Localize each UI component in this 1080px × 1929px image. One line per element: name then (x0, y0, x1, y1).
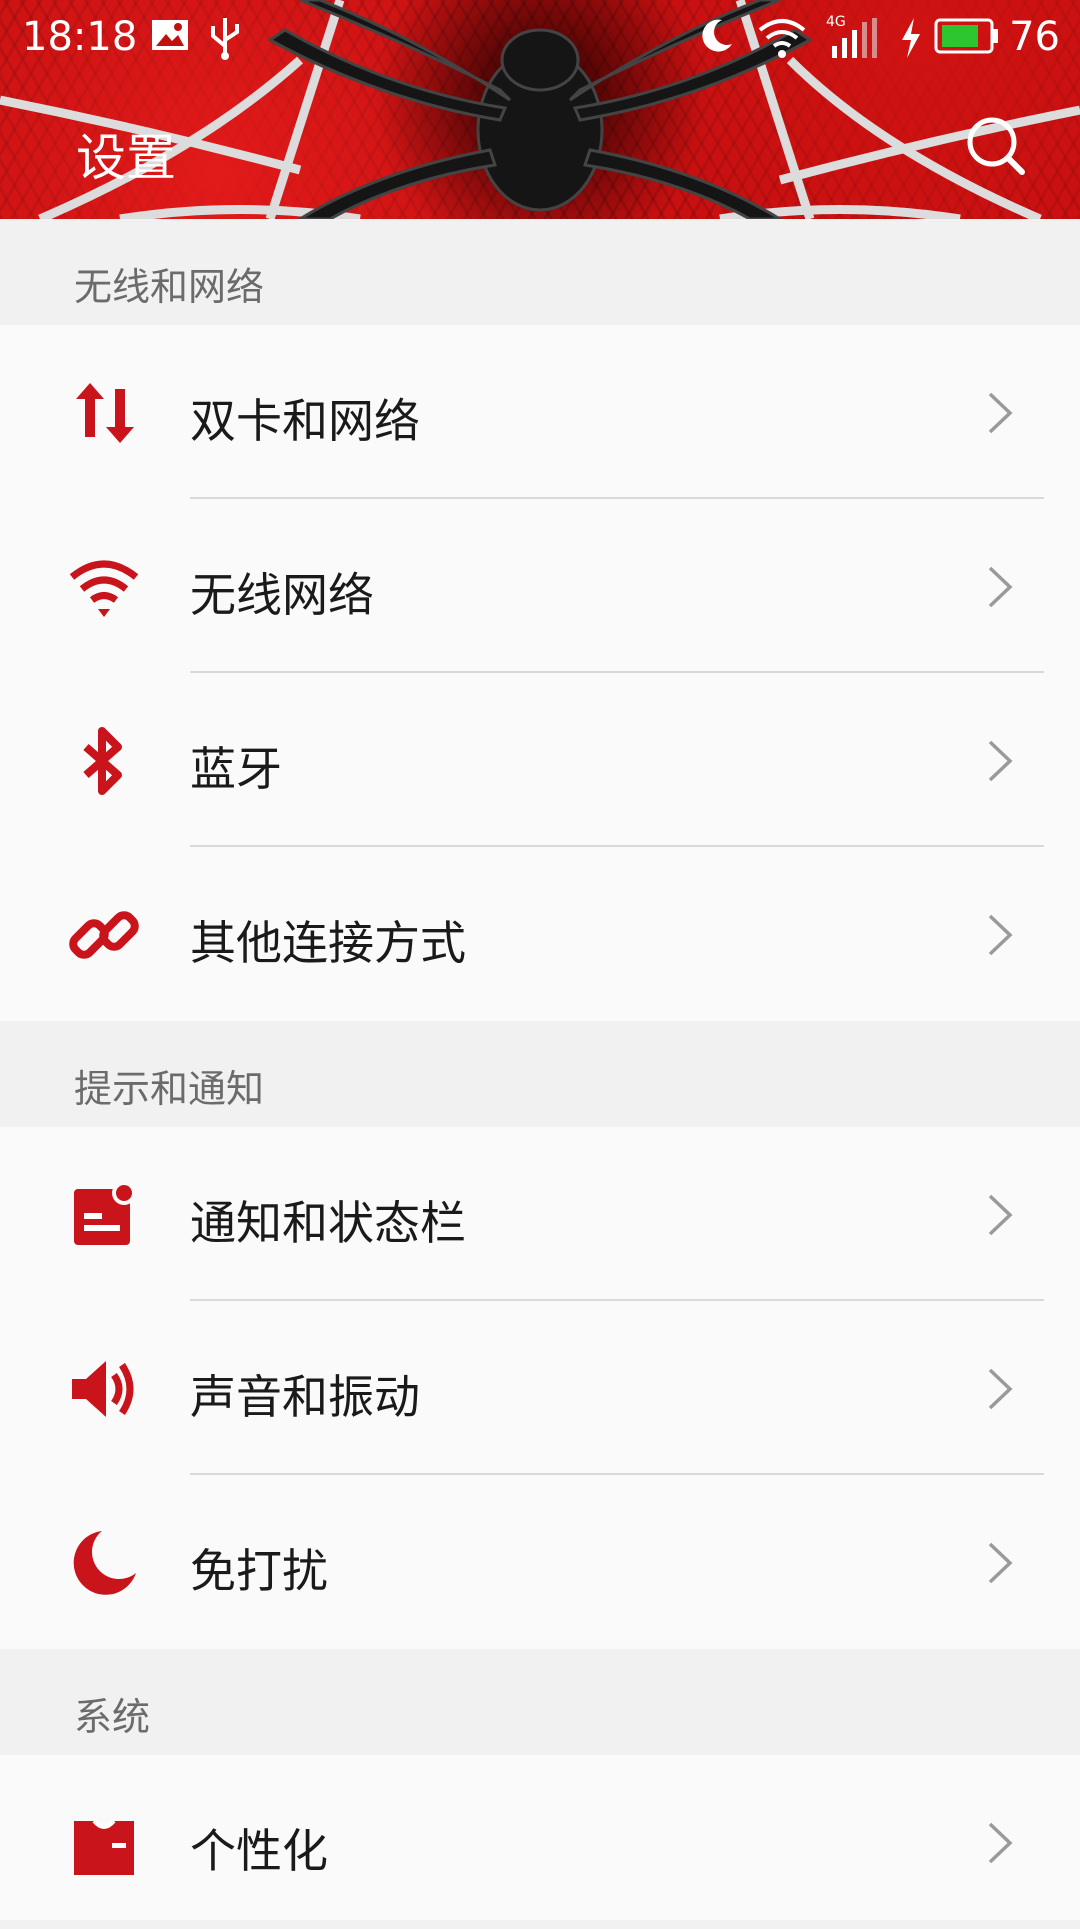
chevron-right-icon (988, 1194, 1013, 1236)
settings-item-personalization[interactable]: 个性化 (0, 1755, 1080, 1929)
section-title: 系统 (74, 1695, 151, 1739)
settings-item-notification-statusbar[interactable]: 通知和状态栏 (0, 1127, 1080, 1301)
settings-item-dual-sim[interactable]: 双卡和网络 (0, 325, 1080, 499)
settings-item-label: 个性化 (190, 1824, 328, 1878)
chevron-right-icon (988, 1542, 1013, 1584)
settings-item-label: 通知和状态栏 (190, 1196, 466, 1250)
page-title: 设置 (76, 129, 176, 187)
settings-item-label: 无线网络 (190, 568, 374, 622)
settings-item-label: 其他连接方式 (190, 916, 466, 970)
group-notifications: 通知和状态栏 声音和振动 免打扰 (0, 1127, 1080, 1649)
chevron-right-icon (988, 1822, 1013, 1864)
speaker-icon (72, 1361, 134, 1417)
section-header-system: 系统 (0, 1649, 1080, 1755)
settings-item-do-not-disturb[interactable]: 免打扰 (0, 1475, 1080, 1649)
chevron-right-icon (988, 740, 1013, 782)
section-title: 提示和通知 (74, 1067, 265, 1111)
settings-item-label: 声音和振动 (190, 1370, 420, 1424)
section-title: 无线和网络 (74, 265, 265, 309)
moon-icon (73, 1531, 136, 1595)
status-time: 18:18 (22, 14, 138, 60)
notification-icon (74, 1181, 136, 1245)
section-header-wireless: 无线和网络 (0, 219, 1080, 325)
settings-item-label: 免打扰 (190, 1544, 328, 1598)
moon-icon (702, 19, 732, 52)
group-system: 个性化 (0, 1755, 1080, 1920)
image-icon (152, 20, 188, 50)
charging-icon (902, 18, 920, 58)
bluetooth-icon (83, 727, 122, 795)
signal-icon (832, 18, 877, 58)
wifi-icon (69, 560, 139, 617)
chevron-right-icon (988, 392, 1013, 434)
usb-icon (211, 18, 239, 60)
battery-icon (934, 18, 998, 54)
dual-sim-data-icon (76, 383, 134, 443)
battery-percent: 76 (1009, 14, 1060, 60)
wifi-icon (758, 19, 806, 58)
status-bar: 18:18 4G 76 (0, 0, 1080, 78)
group-wireless: 双卡和网络 无线网络 蓝牙 其他连接方式 (0, 325, 1080, 1021)
settings-item-sound-vibration[interactable]: 声音和振动 (0, 1301, 1080, 1475)
tshirt-icon (74, 1819, 134, 1875)
chevron-right-icon (988, 1368, 1013, 1410)
settings-item-label: 蓝牙 (190, 742, 282, 796)
search-icon[interactable] (964, 114, 1028, 178)
settings-item-label: 双卡和网络 (190, 394, 420, 448)
section-header-notifications: 提示和通知 (0, 1021, 1080, 1127)
chevron-right-icon (988, 566, 1013, 608)
link-icon (69, 911, 139, 959)
header: 18:18 4G 76 设置 (0, 0, 1080, 219)
chevron-right-icon (988, 914, 1013, 956)
settings-item-wifi[interactable]: 无线网络 (0, 499, 1080, 673)
settings-item-other-connections[interactable]: 其他连接方式 (0, 847, 1080, 1021)
settings-item-bluetooth[interactable]: 蓝牙 (0, 673, 1080, 847)
